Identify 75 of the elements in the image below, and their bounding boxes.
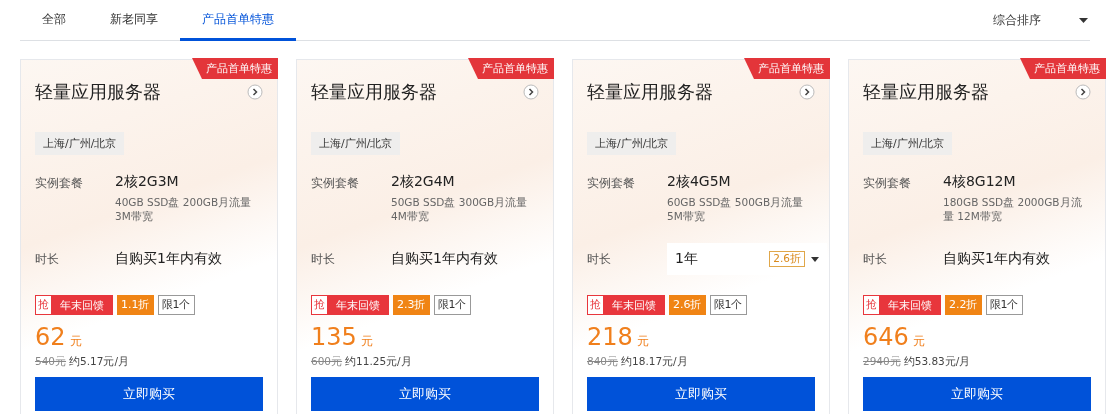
- product-title: 轻量应用服务器: [35, 80, 161, 104]
- tab[interactable]: 新老同享: [88, 0, 180, 41]
- field-label: 实例套餐: [311, 175, 360, 192]
- caret-icon: [811, 256, 819, 262]
- price-unit: 元: [636, 333, 649, 350]
- monthly-price: 约53.83元/月: [903, 355, 971, 369]
- spec-value: 2核2G4M: [391, 173, 456, 191]
- spec-detail: 60GB SSD盘 500GB月流量 5M带宽: [667, 195, 805, 223]
- buy-button[interactable]: 立即购买: [863, 377, 1091, 411]
- discount-tag: 2.6折: [669, 295, 706, 315]
- field-label: 实例套餐: [863, 175, 912, 192]
- spec-value: 4核8G12M: [943, 173, 1017, 191]
- discount-tag: 2.3折: [393, 295, 430, 315]
- price: 135: [311, 323, 357, 351]
- field-label: 实例套餐: [587, 175, 636, 192]
- discount-tag: 2.2折: [945, 295, 982, 315]
- spec-detail: 50GB SSD盘 300GB月流量 4M带宽: [391, 195, 529, 223]
- chevron-right-icon[interactable]: [1075, 84, 1091, 100]
- sort-dropdown[interactable]: 综合排序: [993, 0, 1090, 40]
- spec-detail: 40GB SSD盘 200GB月流量 3M带宽: [115, 195, 253, 223]
- chevron-right-icon[interactable]: [523, 84, 539, 100]
- chevron-right-icon[interactable]: [247, 84, 263, 100]
- product-title: 轻量应用服务器: [587, 80, 713, 104]
- duration-select[interactable]: 1年 2.6折: [667, 243, 827, 275]
- tab[interactable]: 产品首单特惠: [180, 0, 296, 41]
- corner-tag: 产品首单特惠: [1020, 58, 1106, 79]
- limit-tag: 限1个: [433, 295, 471, 315]
- original-price: 840元: [587, 355, 619, 369]
- promo-tag: 抢 年末回馈: [587, 295, 665, 315]
- spec-value: 2核2G3M: [115, 173, 180, 191]
- price: 62: [35, 323, 66, 351]
- price-unit: 元: [69, 333, 82, 350]
- spec-detail: 180GB SSD盘 2000GB月流量 12M带宽: [943, 195, 1083, 223]
- tab[interactable]: 全部: [20, 0, 88, 41]
- duration-value: 自购买1年内有效: [115, 250, 222, 268]
- region-tag: 上海/广州/北京: [311, 132, 401, 155]
- duration-value: 自购买1年内有效: [391, 250, 498, 268]
- buy-button[interactable]: 立即购买: [587, 377, 815, 411]
- chevron-right-icon[interactable]: [799, 84, 815, 100]
- corner-tag: 产品首单特惠: [468, 58, 554, 79]
- price-unit: 元: [360, 333, 373, 350]
- promo-tag: 抢 年末回馈: [311, 295, 389, 315]
- limit-tag: 限1个: [157, 295, 195, 315]
- buy-button[interactable]: 立即购买: [311, 377, 539, 411]
- field-label: 时长: [587, 250, 612, 268]
- discount-badge: 2.6折: [769, 251, 805, 267]
- limit-tag: 限1个: [709, 295, 747, 315]
- region-tag: 上海/广州/北京: [587, 132, 677, 155]
- price: 646: [863, 323, 909, 351]
- duration-value: 自购买1年内有效: [943, 250, 1050, 268]
- region-tag: 上海/广州/北京: [35, 132, 125, 155]
- field-label: 实例套餐: [35, 175, 84, 192]
- product-title: 轻量应用服务器: [863, 80, 989, 104]
- corner-tag: 产品首单特惠: [192, 58, 278, 79]
- original-price: 2940元: [863, 355, 901, 369]
- monthly-price: 约11.25元/月: [345, 355, 412, 369]
- monthly-price: 约5.17元/月: [69, 355, 129, 369]
- promo-tag: 抢 年末回馈: [35, 295, 113, 315]
- original-price: 600元: [311, 355, 343, 369]
- field-label: 时长: [311, 250, 336, 268]
- monthly-price: 约18.17元/月: [621, 355, 688, 369]
- caret-icon: [1079, 17, 1088, 23]
- limit-tag: 限1个: [985, 295, 1023, 315]
- spec-value: 2核4G5M: [667, 173, 732, 191]
- price-unit: 元: [912, 333, 925, 350]
- product-title: 轻量应用服务器: [311, 80, 437, 104]
- original-price: 540元: [35, 355, 67, 369]
- region-tag: 上海/广州/北京: [863, 132, 953, 155]
- field-label: 时长: [863, 250, 888, 268]
- buy-button[interactable]: 立即购买: [35, 377, 263, 411]
- promo-tag: 抢 年末回馈: [863, 295, 941, 315]
- corner-tag: 产品首单特惠: [744, 58, 830, 79]
- discount-tag: 1.1折: [117, 295, 154, 315]
- price: 218: [587, 323, 633, 351]
- field-label: 时长: [35, 250, 60, 268]
